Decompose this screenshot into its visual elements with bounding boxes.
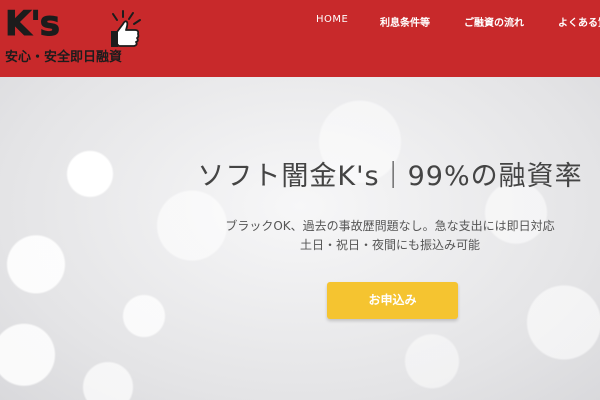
nav-item-loan-flow[interactable]: ご融資の流れ bbox=[464, 14, 524, 29]
site-logo[interactable]: K's 安心・安全即日融資 bbox=[3, 4, 151, 70]
hero-description-line2: 土日・祝日・夜間にも振込み可能 bbox=[299, 238, 480, 252]
nav-item-interest-terms[interactable]: 利息条件等 bbox=[380, 14, 430, 29]
logo-tagline: 安心・安全即日融資 bbox=[5, 50, 123, 65]
hero-title: ソフト闇金K's｜99%の融資率 bbox=[197, 161, 583, 192]
nav-item-home[interactable]: HOME bbox=[316, 14, 348, 25]
hero-description-line1: ブラックOK、過去の事故歴問題なし。急な支出には即日対応 bbox=[225, 219, 555, 233]
nav-item-faq[interactable]: よくある質 bbox=[558, 14, 600, 29]
apply-button[interactable]: お申込み bbox=[327, 282, 458, 319]
logo-name: K's bbox=[5, 4, 61, 45]
main-nav: HOME 利息条件等 ご融資の流れ よくある質 bbox=[300, 0, 600, 40]
site-header: K's 安心・安全即日融資 HOME 利息条件等 ご融資の流れ よくある質 bbox=[0, 0, 600, 77]
